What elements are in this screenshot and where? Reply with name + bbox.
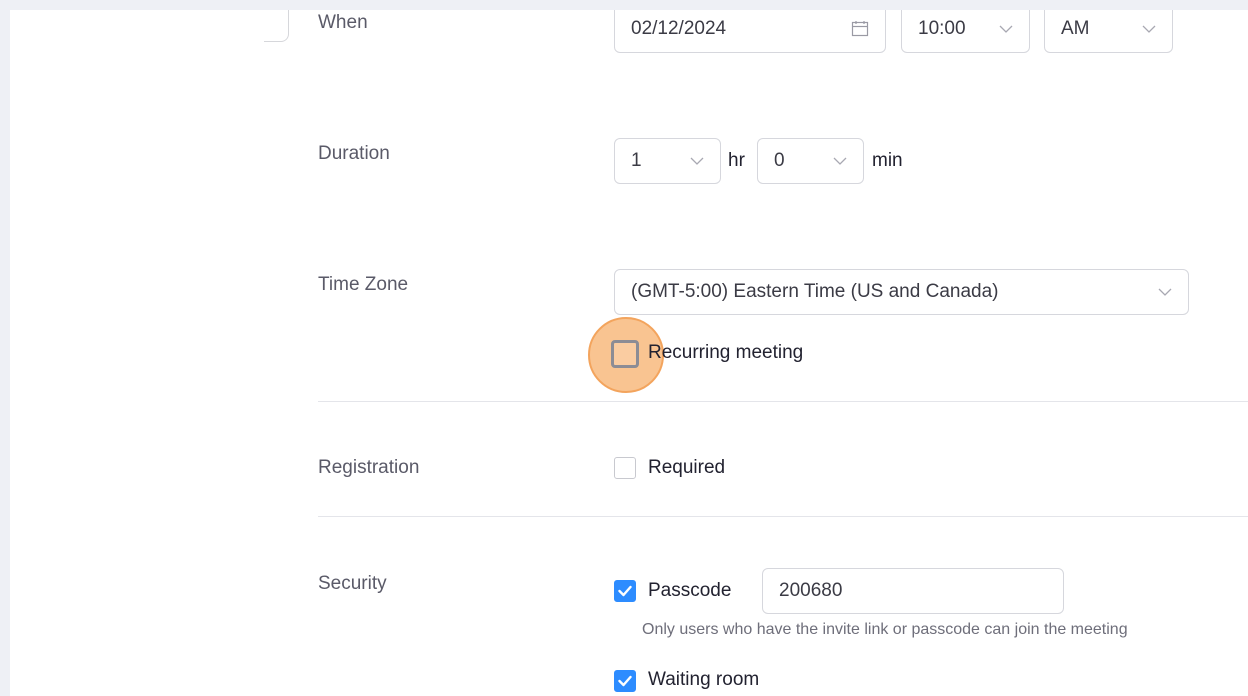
duration-minutes-value: 0 bbox=[774, 150, 785, 171]
section-divider bbox=[318, 401, 1248, 402]
duration-hours-select[interactable]: 1 bbox=[614, 138, 721, 184]
hour-value: 10:00 bbox=[918, 17, 966, 39]
security-label: Security bbox=[318, 573, 387, 594]
passcode-checkbox[interactable] bbox=[614, 580, 636, 602]
waiting-room-checkbox[interactable] bbox=[614, 670, 636, 692]
chevron-down-icon bbox=[1158, 285, 1172, 299]
registration-required-label[interactable]: Required bbox=[648, 457, 725, 479]
hour-select[interactable]: 10:00 bbox=[901, 10, 1030, 53]
registration-label: Registration bbox=[318, 457, 420, 478]
date-value: 02/12/2024 bbox=[631, 17, 727, 39]
registration-required-checkbox[interactable] bbox=[614, 457, 636, 479]
check-icon bbox=[618, 675, 632, 687]
check-icon bbox=[618, 585, 632, 597]
timezone-label: Time Zone bbox=[318, 274, 409, 295]
calendar-icon[interactable] bbox=[851, 20, 869, 38]
waiting-room-label[interactable]: Waiting room bbox=[648, 669, 759, 691]
duration-hours-value: 1 bbox=[631, 150, 642, 171]
duration-label: Duration bbox=[318, 143, 390, 164]
section-divider bbox=[318, 516, 1248, 517]
chevron-down-icon bbox=[690, 154, 704, 168]
chevron-down-icon bbox=[833, 154, 847, 168]
ampm-select[interactable]: AM bbox=[1044, 10, 1173, 53]
passcode-value: 200680 bbox=[779, 580, 843, 601]
sidebar-edge bbox=[264, 10, 289, 42]
date-input[interactable]: 02/12/2024 bbox=[614, 10, 886, 53]
passcode-input[interactable]: 200680 bbox=[762, 568, 1064, 614]
when-label: When bbox=[318, 12, 368, 33]
recurring-meeting-label[interactable]: Recurring meeting bbox=[648, 342, 803, 364]
hours-unit-label: hr bbox=[728, 150, 745, 171]
timezone-select[interactable]: (GMT-5:00) Eastern Time (US and Canada) bbox=[614, 269, 1189, 315]
chevron-down-icon bbox=[1142, 22, 1156, 36]
passcode-label[interactable]: Passcode bbox=[648, 580, 731, 602]
passcode-hint: Only users who have the invite link or p… bbox=[642, 621, 1128, 638]
ampm-value: AM bbox=[1061, 17, 1090, 39]
timezone-value: (GMT-5:00) Eastern Time (US and Canada) bbox=[631, 281, 999, 302]
recurring-meeting-checkbox[interactable] bbox=[611, 340, 639, 368]
schedule-meeting-form: When 02/12/2024 10:00 AM Duration 1 hr 0… bbox=[10, 10, 1248, 696]
minutes-unit-label: min bbox=[872, 150, 903, 171]
chevron-down-icon bbox=[999, 22, 1013, 36]
duration-minutes-select[interactable]: 0 bbox=[757, 138, 864, 184]
